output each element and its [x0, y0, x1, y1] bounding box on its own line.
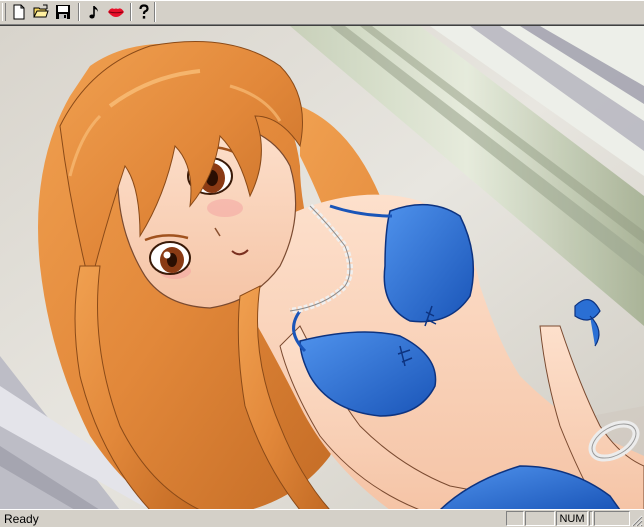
num-lock-indicator: NUM [556, 511, 588, 526]
open-folder-icon [33, 4, 49, 18]
help-button[interactable] [134, 2, 154, 22]
status-pane [594, 511, 630, 526]
status-pane [506, 511, 524, 526]
music-note-icon [89, 6, 98, 19]
save-disk-icon [56, 5, 70, 19]
toolbar-separator [130, 3, 132, 21]
resize-grip-icon[interactable] [631, 515, 643, 527]
open-button[interactable] [31, 2, 51, 22]
toolbar-grip[interactable] [2, 3, 6, 21]
lips-icon [108, 8, 124, 17]
help-question-icon [139, 4, 149, 19]
application-window: Ready NUM [0, 0, 644, 527]
toolbar [0, 0, 644, 25]
toolbar-end-divider [154, 2, 156, 22]
new-document-icon [13, 4, 25, 20]
status-pane [589, 511, 593, 526]
status-text: Ready [4, 512, 39, 526]
toolbar-separator [78, 3, 80, 21]
music-button[interactable] [85, 2, 105, 22]
status-bar: Ready NUM [0, 509, 644, 527]
new-button[interactable] [9, 2, 29, 22]
voice-button[interactable] [106, 2, 126, 22]
image-view[interactable] [0, 25, 644, 510]
anime-illustration [0, 26, 644, 510]
status-pane [525, 511, 555, 526]
save-button[interactable] [53, 2, 73, 22]
